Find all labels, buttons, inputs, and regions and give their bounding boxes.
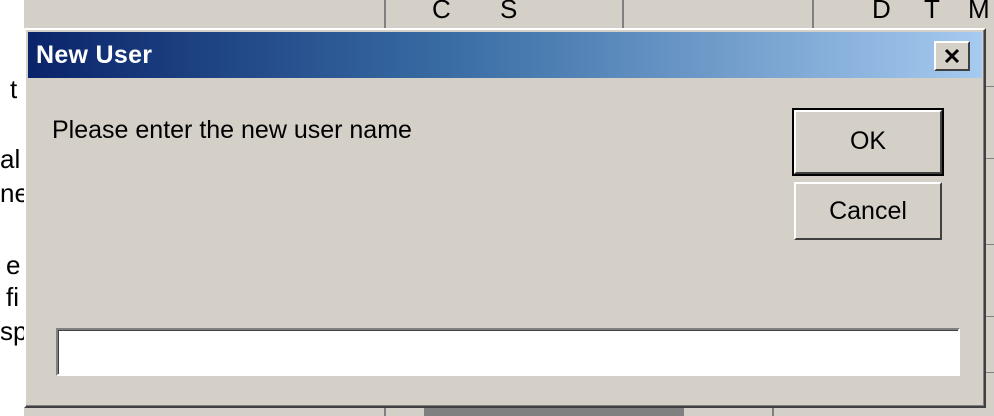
ok-button[interactable]: OK bbox=[792, 108, 944, 176]
background-left-panel bbox=[0, 0, 24, 416]
close-icon bbox=[944, 48, 960, 64]
background-text-fragment: t bbox=[10, 74, 18, 104]
close-button[interactable] bbox=[934, 41, 970, 71]
background-grid-line bbox=[986, 244, 994, 245]
cancel-button[interactable]: Cancel bbox=[794, 182, 942, 240]
user-name-input[interactable] bbox=[56, 328, 960, 376]
dialog-title: New User bbox=[36, 41, 153, 69]
background-text-fragment: D bbox=[872, 0, 891, 24]
background-text-fragment: T bbox=[924, 0, 940, 24]
prompt-label: Please enter the new user name bbox=[52, 116, 412, 144]
background-column-divider bbox=[772, 408, 774, 416]
background-column-divider bbox=[812, 0, 814, 28]
background-column-divider bbox=[384, 0, 386, 28]
background-grid-line bbox=[986, 158, 994, 159]
background-grid-line bbox=[986, 316, 994, 317]
background-text-fragment: S bbox=[500, 0, 518, 24]
background-grid-line bbox=[986, 86, 994, 87]
background-scrollbar-thumb bbox=[424, 408, 684, 416]
background-text-fragment: e bbox=[6, 250, 21, 280]
new-user-dialog: New User Please enter the new user name … bbox=[24, 28, 986, 408]
background-grid-line bbox=[986, 372, 994, 373]
background-text-fragment: C bbox=[432, 0, 451, 24]
dialog-titlebar[interactable]: New User bbox=[28, 32, 982, 78]
background-text-fragment: M bbox=[968, 0, 990, 24]
background-column-divider bbox=[622, 0, 624, 28]
background-text-fragment: fi bbox=[6, 282, 19, 312]
background-column-divider bbox=[384, 408, 386, 416]
background-text-fragment: al bbox=[0, 144, 21, 174]
